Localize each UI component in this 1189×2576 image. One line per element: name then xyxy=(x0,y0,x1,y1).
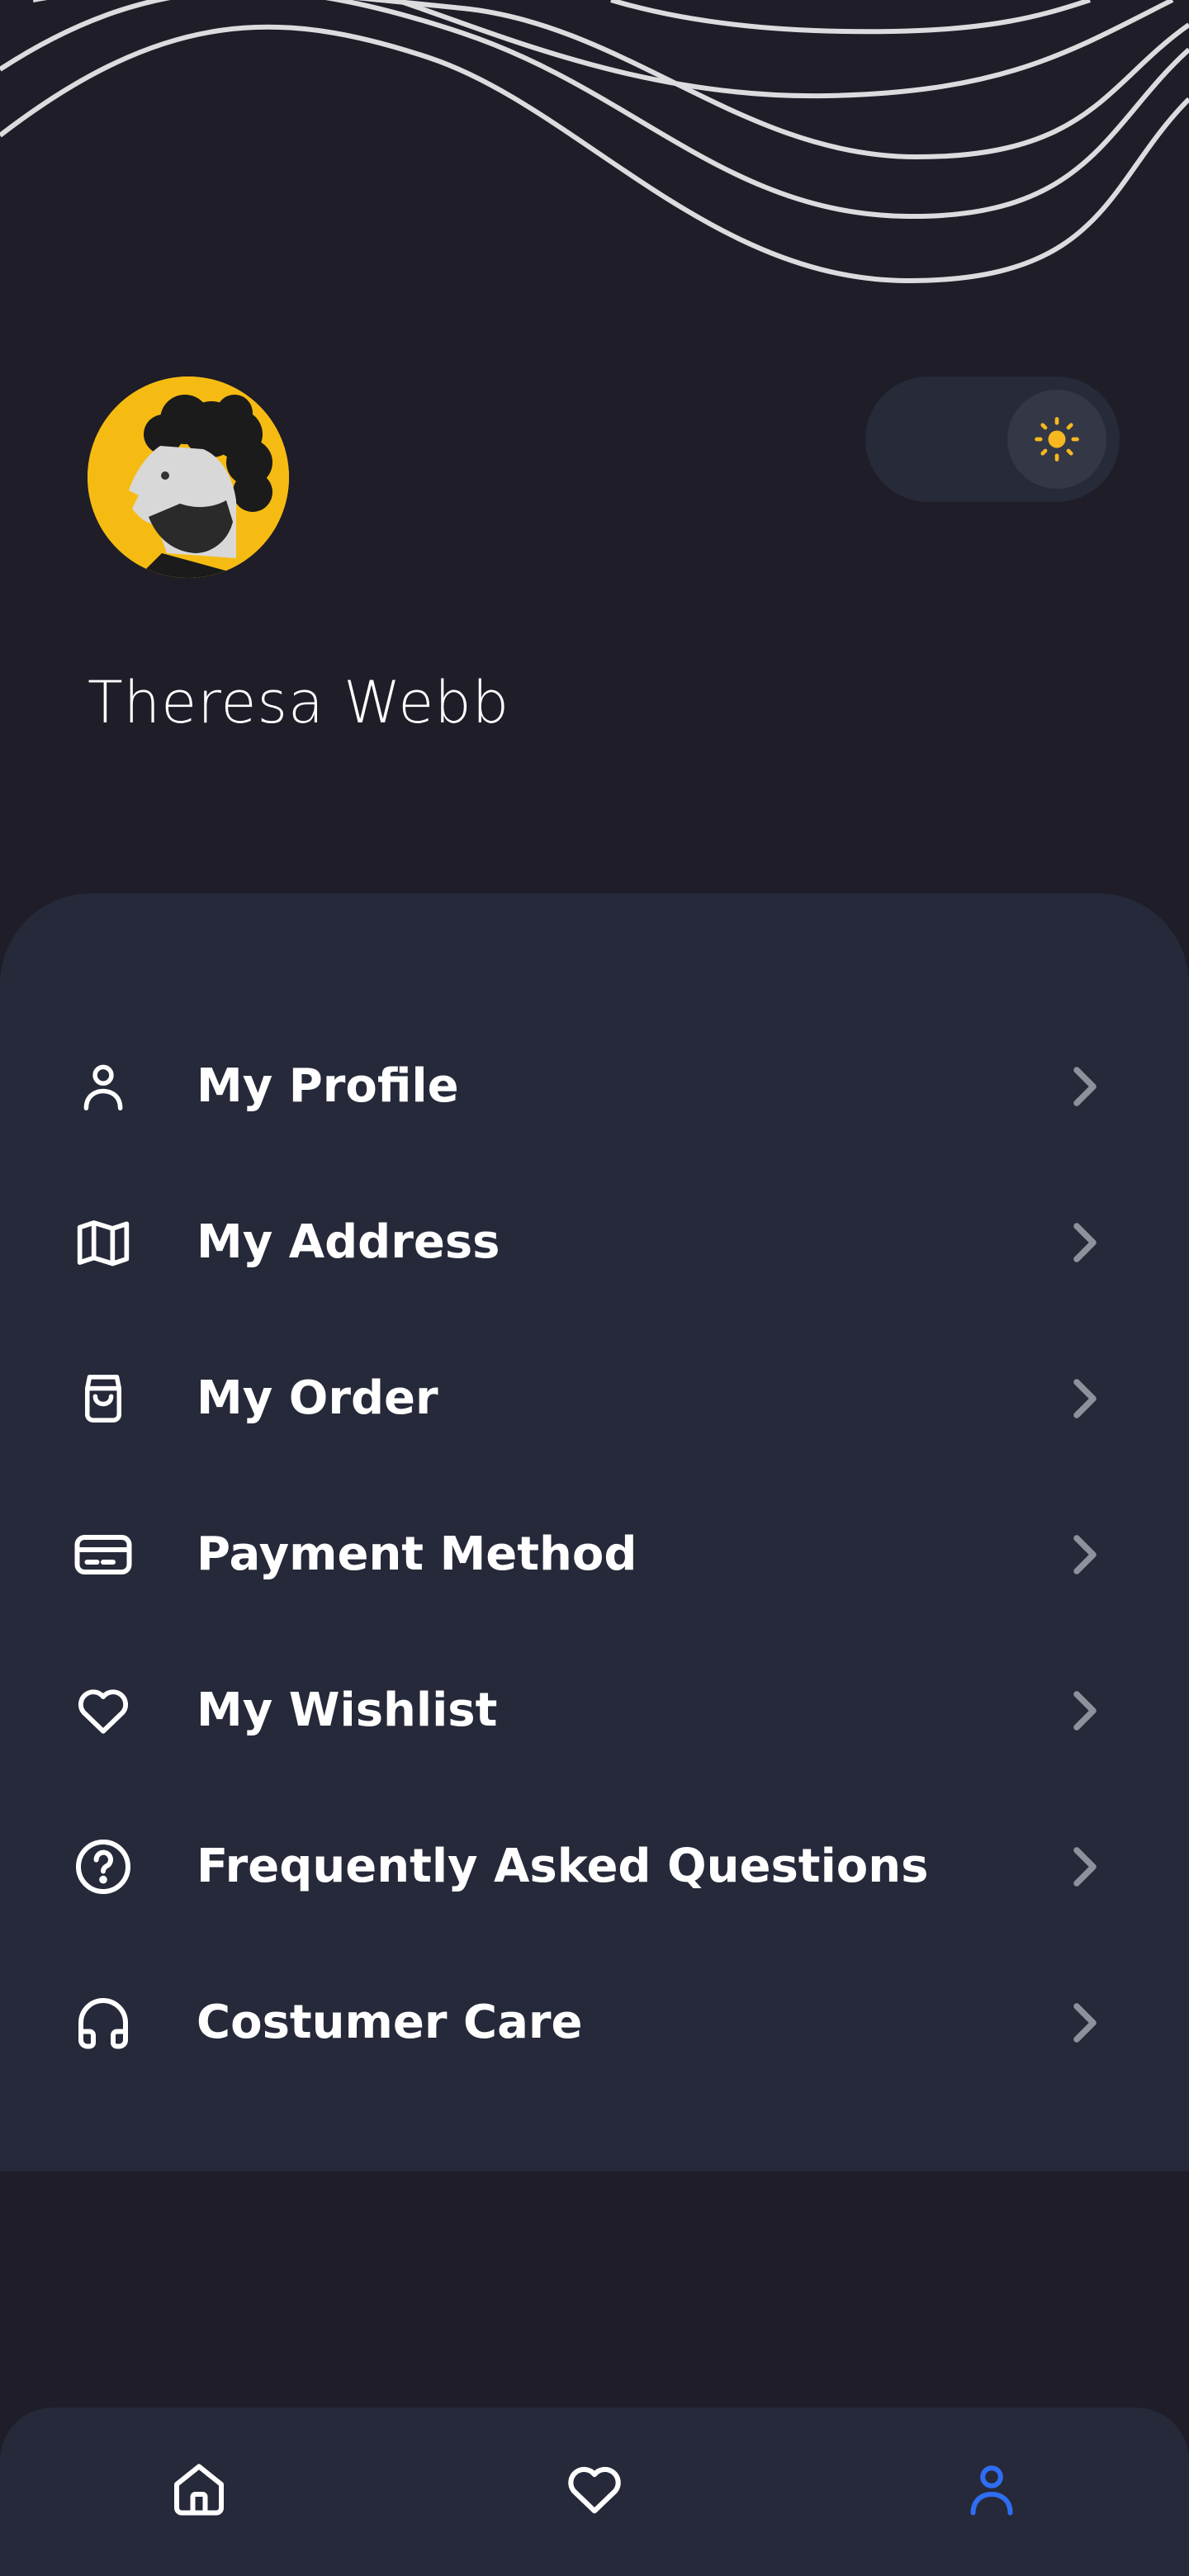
heart-icon xyxy=(568,2466,621,2514)
shopping-bag-icon xyxy=(71,1366,135,1431)
chevron-right-icon xyxy=(1073,1535,1097,1574)
account-menu: My Profile My Address My Order Payment M… xyxy=(0,893,1189,2171)
chevron-right-icon xyxy=(1073,1067,1097,1106)
bottom-navigation xyxy=(0,2408,1189,2576)
menu-item-faq[interactable]: Frequently Asked Questions xyxy=(0,1788,1189,1944)
home-icon xyxy=(174,2464,224,2516)
nav-wishlist-button[interactable] xyxy=(549,2444,640,2535)
chevron-right-icon xyxy=(1073,1379,1097,1418)
avatar-portrait xyxy=(88,376,289,578)
chevron-right-icon xyxy=(1073,1691,1097,1731)
menu-item-label: Frequently Asked Questions xyxy=(197,1840,929,1893)
header-wave-decoration xyxy=(0,0,1189,284)
chevron-right-icon xyxy=(1073,2003,1097,2043)
nav-home-button[interactable] xyxy=(154,2444,244,2535)
map-icon xyxy=(71,1210,135,1275)
menu-item-my-address[interactable]: My Address xyxy=(0,1164,1189,1320)
menu-item-my-order[interactable]: My Order xyxy=(0,1320,1189,1476)
credit-card-icon xyxy=(71,1522,135,1587)
user-icon xyxy=(71,1054,135,1119)
theme-toggle-knob[interactable] xyxy=(1007,390,1106,489)
avatar[interactable] xyxy=(88,376,289,578)
nav-profile-button[interactable] xyxy=(946,2444,1037,2535)
menu-item-label: My Order xyxy=(197,1371,438,1425)
heart-icon xyxy=(71,1679,135,1743)
menu-item-my-profile[interactable]: My Profile xyxy=(0,1008,1189,1164)
menu-item-payment-method[interactable]: Payment Method xyxy=(0,1476,1189,1632)
sun-icon xyxy=(1035,417,1079,462)
menu-item-customer-care[interactable]: Costumer Care xyxy=(0,1944,1189,2100)
menu-item-label: My Wishlist xyxy=(197,1683,498,1737)
chevron-right-icon xyxy=(1073,1223,1097,1262)
profile-name: Theresa Webb xyxy=(88,669,510,736)
menu-item-label: Costumer Care xyxy=(197,1996,583,2049)
menu-item-label: My Address xyxy=(197,1215,500,1269)
menu-item-label: My Profile xyxy=(197,1059,459,1113)
menu-item-label: Payment Method xyxy=(197,1527,637,1581)
menu-item-my-wishlist[interactable]: My Wishlist xyxy=(0,1632,1189,1788)
chevron-right-icon xyxy=(1073,1847,1097,1887)
headphones-icon xyxy=(71,1991,135,2055)
help-circle-icon xyxy=(71,1835,135,1899)
theme-toggle[interactable] xyxy=(865,376,1120,502)
user-icon xyxy=(970,2465,1013,2516)
